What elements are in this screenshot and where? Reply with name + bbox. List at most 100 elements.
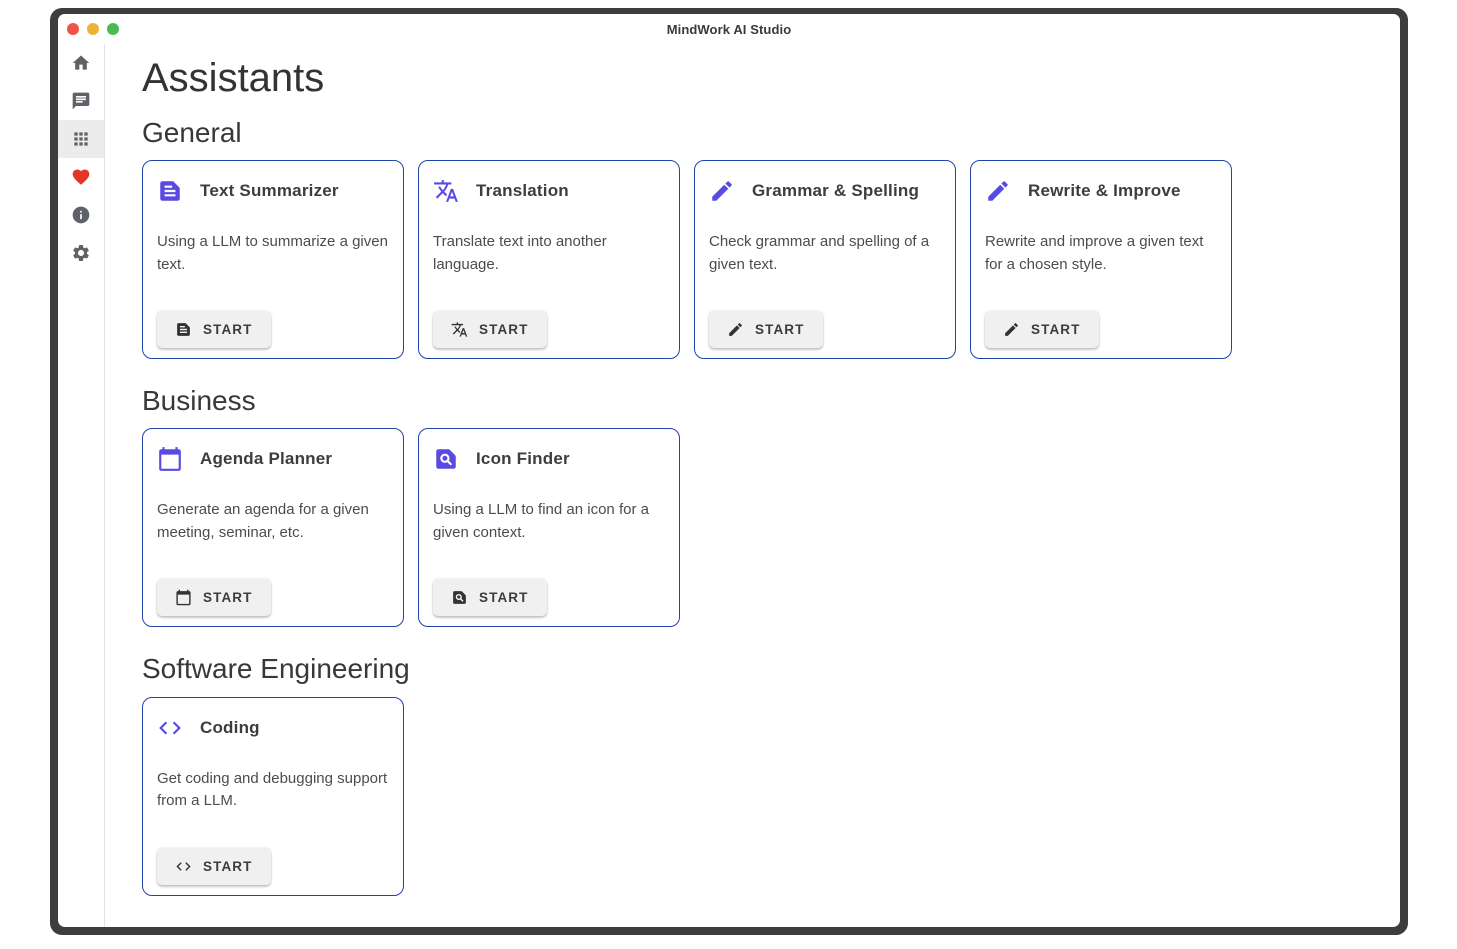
page-title: Assistants <box>142 55 1380 101</box>
section-heading: Business <box>142 385 1380 417</box>
start-button[interactable]: START <box>433 579 547 616</box>
section-software-engineering: Software Engineering Coding Get coding a… <box>142 653 1380 895</box>
text-snippet-icon <box>157 178 183 204</box>
sidebar-item-chat[interactable] <box>58 82 104 120</box>
sidebar-item-about[interactable] <box>58 196 104 234</box>
card-title: Agenda Planner <box>200 449 332 469</box>
sidebar-item-assistants[interactable] <box>58 120 104 158</box>
section-heading: General <box>142 117 1380 149</box>
icon-search-icon <box>433 446 459 472</box>
start-button-label: START <box>203 322 253 337</box>
code-icon <box>175 858 192 875</box>
window-title: MindWork AI Studio <box>667 22 792 37</box>
sidebar-nav <box>58 44 105 927</box>
text-snippet-icon <box>157 178 183 204</box>
card-title: Text Summarizer <box>200 181 339 201</box>
section-general: General Text Summarizer Using a LLM to s… <box>142 117 1380 359</box>
code-icon <box>157 715 183 741</box>
card-header: Icon Finder <box>433 445 665 473</box>
home-icon <box>71 53 91 73</box>
assistant-card-text-summarizer: Text Summarizer Using a LLM to summarize… <box>142 160 404 359</box>
card-description: Translate text into another language. <box>433 231 665 276</box>
icon-search-icon <box>433 446 459 472</box>
card-title: Translation <box>476 181 569 201</box>
apps-grid-icon <box>71 129 91 149</box>
translate-icon <box>451 321 468 338</box>
pencil-icon <box>1003 321 1020 338</box>
start-button[interactable]: START <box>985 311 1099 348</box>
assistant-card-agenda-planner: Agenda Planner Generate an agenda for a … <box>142 428 404 627</box>
card-header: Rewrite & Improve <box>985 177 1217 205</box>
card-description: Check grammar and spelling of a given te… <box>709 231 941 276</box>
card-title: Icon Finder <box>476 449 570 469</box>
assistant-sections: General Text Summarizer Using a LLM to s… <box>142 117 1380 896</box>
pencil-icon <box>727 321 744 338</box>
main-content: Assistants General Text Summarizer Using… <box>105 44 1400 927</box>
window-body: Assistants General Text Summarizer Using… <box>58 44 1400 927</box>
card-header: Text Summarizer <box>157 177 389 205</box>
icon-search-icon <box>451 589 468 606</box>
calendar-icon <box>157 446 183 472</box>
pencil-icon <box>727 321 744 338</box>
card-description: Using a LLM to summarize a given text. <box>157 231 389 276</box>
card-description: Generate an agenda for a given meeting, … <box>157 499 389 544</box>
info-icon <box>71 205 91 225</box>
icon-search-icon <box>451 589 468 606</box>
card-row: Coding Get coding and debugging support … <box>142 697 1380 896</box>
assistant-card-coding: Coding Get coding and debugging support … <box>142 697 404 896</box>
pencil-icon <box>985 178 1011 204</box>
calendar-icon <box>157 446 183 472</box>
sidebar-item-settings[interactable] <box>58 234 104 272</box>
assistant-card-grammar-spelling: Grammar & Spelling Check grammar and spe… <box>694 160 956 359</box>
translate-icon <box>433 178 459 204</box>
start-button[interactable]: START <box>157 311 271 348</box>
sidebar-item-supporters[interactable] <box>58 158 104 196</box>
start-button[interactable]: START <box>433 311 547 348</box>
traffic-light-close-button[interactable] <box>67 23 79 35</box>
assistant-card-icon-finder: Icon Finder Using a LLM to find an icon … <box>418 428 680 627</box>
gear-icon <box>71 243 91 263</box>
traffic-light-zoom-button[interactable] <box>107 23 119 35</box>
traffic-light-minimize-button[interactable] <box>87 23 99 35</box>
start-button-label: START <box>755 322 805 337</box>
card-header: Agenda Planner <box>157 445 389 473</box>
code-icon <box>157 715 183 741</box>
start-button-label: START <box>479 590 529 605</box>
translate-icon <box>451 321 468 338</box>
app-window-inner: MindWork AI Studio Assistants General Te… <box>58 14 1400 927</box>
sidebar-item-home[interactable] <box>58 44 104 82</box>
heart-icon <box>71 167 91 187</box>
card-description: Get coding and debugging support from a … <box>157 768 389 813</box>
card-title: Rewrite & Improve <box>1028 181 1181 201</box>
chat-icon <box>71 91 91 111</box>
start-button-label: START <box>203 590 253 605</box>
title-bar: MindWork AI Studio <box>58 14 1400 44</box>
calendar-icon <box>175 589 192 606</box>
section-heading: Software Engineering <box>142 653 1380 685</box>
assistant-card-translation: Translation Translate text into another … <box>418 160 680 359</box>
code-icon <box>175 858 192 875</box>
assistant-card-rewrite-improve: Rewrite & Improve Rewrite and improve a … <box>970 160 1232 359</box>
start-button[interactable]: START <box>157 848 271 885</box>
app-window: MindWork AI Studio Assistants General Te… <box>50 8 1408 935</box>
start-button[interactable]: START <box>709 311 823 348</box>
translate-icon <box>433 178 459 204</box>
text-snippet-icon <box>175 321 192 338</box>
text-snippet-icon <box>175 321 192 338</box>
card-header: Translation <box>433 177 665 205</box>
card-header: Coding <box>157 714 389 742</box>
calendar-icon <box>175 589 192 606</box>
section-business: Business Agenda Planner Generate an agen… <box>142 385 1380 627</box>
card-row: Text Summarizer Using a LLM to summarize… <box>142 160 1380 359</box>
pencil-icon <box>1003 321 1020 338</box>
pencil-icon <box>985 178 1011 204</box>
start-button[interactable]: START <box>157 579 271 616</box>
traffic-lights <box>67 23 119 35</box>
card-header: Grammar & Spelling <box>709 177 941 205</box>
card-description: Using a LLM to find an icon for a given … <box>433 499 665 544</box>
card-description: Rewrite and improve a given text for a c… <box>985 231 1217 276</box>
start-button-label: START <box>1031 322 1081 337</box>
start-button-label: START <box>203 859 253 874</box>
pencil-icon <box>709 178 735 204</box>
start-button-label: START <box>479 322 529 337</box>
